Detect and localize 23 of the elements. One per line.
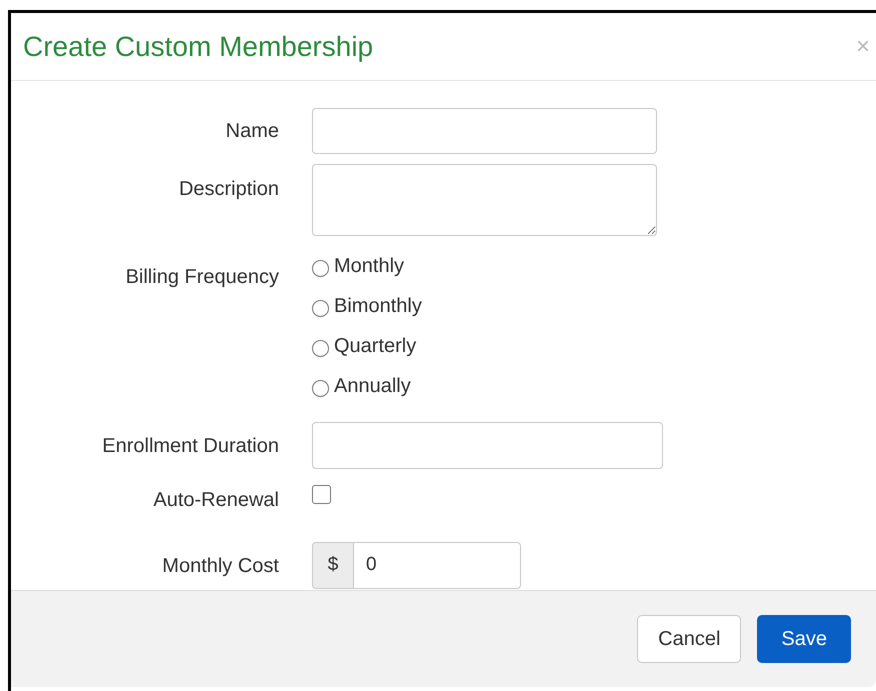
radio-button[interactable] [312, 300, 329, 316]
description-field[interactable] [312, 164, 657, 236]
field-label: Description [178, 177, 279, 202]
field-label: Auto-Renewal [153, 488, 279, 513]
field-label: Billing Frequency [126, 265, 279, 290]
duration-field[interactable] [312, 422, 663, 469]
save-button[interactable]: Save [757, 615, 851, 663]
radio-label: Monthly [334, 254, 404, 279]
dialog-title: Create Custom Membership [23, 30, 374, 64]
currency-addon: $ [312, 542, 354, 589]
checkbox[interactable] [312, 485, 331, 504]
radio-button[interactable] [312, 260, 329, 276]
radio-label: Annually [334, 374, 411, 399]
radio-label: Quarterly [334, 334, 416, 359]
radio-button[interactable] [312, 340, 329, 356]
radio-button[interactable] [312, 380, 329, 396]
cancel-button[interactable]: Cancel [637, 615, 742, 663]
radio-label: Bimonthly [334, 294, 422, 319]
field-label: Name [226, 118, 279, 144]
field-label: Monthly Cost [162, 554, 279, 578]
field-label: Enrollment Duration [102, 434, 279, 458]
cost-field[interactable]: 0 [354, 542, 521, 589]
name-field[interactable] [312, 108, 657, 154]
